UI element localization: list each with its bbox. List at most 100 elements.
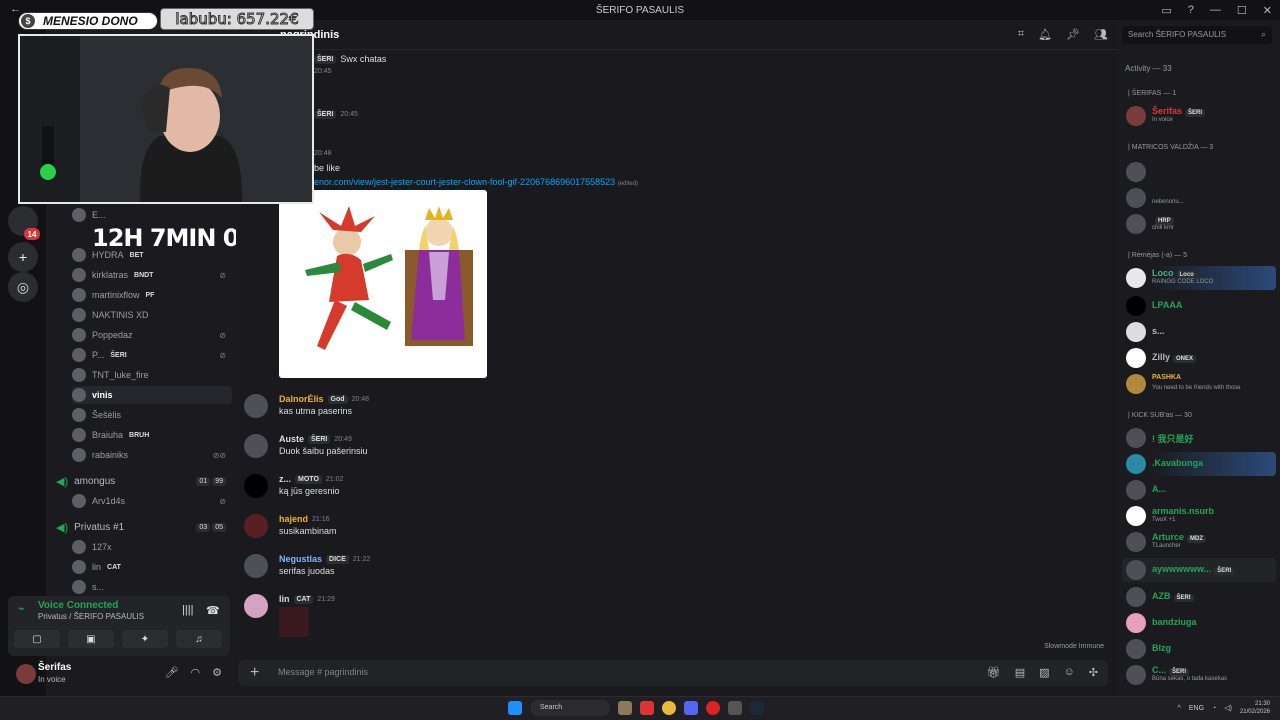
- avatar[interactable]: [244, 434, 268, 458]
- member-item[interactable]: aywwwwww... ŠERI: [1122, 558, 1276, 582]
- member-name: Arturce: [1152, 532, 1185, 542]
- jester-gif[interactable]: [279, 190, 487, 378]
- screenshare-button[interactable]: ▣: [68, 630, 114, 648]
- taskbar-search[interactable]: Search: [530, 700, 610, 716]
- gif-icon[interactable]: ▤: [1015, 666, 1025, 679]
- widget-icon[interactable]: [618, 701, 632, 715]
- member-item[interactable]: A...: [1122, 478, 1276, 502]
- member-item[interactable]: Loco Loco RAINGG CODE LOCO: [1122, 266, 1276, 290]
- avatar: [72, 494, 86, 508]
- message-author[interactable]: Negustlas: [279, 554, 322, 564]
- discover-icon[interactable]: ◎: [8, 272, 38, 302]
- avatar[interactable]: [244, 514, 268, 538]
- member-item[interactable]: [1122, 160, 1276, 184]
- list-item[interactable]: s...: [72, 578, 232, 596]
- add-attachment-icon[interactable]: +: [250, 664, 259, 682]
- voice-channel-amongus[interactable]: ◀) amongus 01 99: [56, 472, 226, 490]
- members-icon[interactable]: 👥︎: [1094, 28, 1108, 41]
- steam-icon[interactable]: [750, 701, 764, 715]
- member-item[interactable]: bandziuga: [1122, 611, 1276, 635]
- voice-channel-privatus[interactable]: ◀) Privatus #1 03 05: [56, 518, 226, 536]
- member-item[interactable]: LPAAA: [1122, 294, 1276, 318]
- settings-icon[interactable]: [728, 701, 742, 715]
- help-icon[interactable]: ?: [1188, 4, 1194, 16]
- message-tag: God: [327, 394, 348, 404]
- list-item[interactable]: P... ŠERI ⊘: [72, 346, 232, 364]
- windows-start-icon[interactable]: [508, 701, 522, 715]
- member-item[interactable]: HRP chill kmr: [1122, 212, 1276, 236]
- member-item[interactable]: .Kavabunga: [1122, 452, 1276, 476]
- member-item[interactable]: PASHKA You need to be friends with those: [1122, 372, 1276, 396]
- message-author[interactable]: lin: [279, 594, 290, 604]
- message-input[interactable]: Message # pagrindinis: [278, 667, 368, 677]
- pin-icon[interactable]: 📌︎: [1066, 28, 1080, 41]
- list-item[interactable]: Arv1d4s ⊘: [72, 492, 232, 510]
- list-item[interactable]: vinis: [72, 386, 232, 404]
- member-item[interactable]: Zilly ONEX: [1122, 346, 1276, 370]
- member-item[interactable]: AZB ŠERI: [1122, 585, 1276, 609]
- member-item[interactable]: Arturce MDZ TLauncher: [1122, 530, 1276, 554]
- list-item[interactable]: Poppedaz ⊘: [72, 326, 232, 344]
- list-item[interactable]: TNT_luke_fire: [72, 366, 232, 384]
- clock[interactable]: 21:30 21/02/2026: [1240, 700, 1270, 716]
- maximize-button[interactable]: ☐: [1237, 4, 1247, 17]
- avatar[interactable]: [244, 554, 268, 578]
- list-item[interactable]: Braiuha BRUH: [72, 426, 232, 444]
- gift-icon[interactable]: 🎁︎: [987, 666, 1001, 679]
- soundboard-icon[interactable]: ||||: [182, 604, 193, 616]
- list-item[interactable]: rabainiks ⊘⊘: [72, 446, 232, 464]
- message-author[interactable]: DalnorĖlis: [279, 394, 324, 404]
- camera-button[interactable]: ▢: [14, 630, 60, 648]
- close-button[interactable]: ✕: [1263, 4, 1272, 17]
- list-item[interactable]: lin CAT: [72, 558, 232, 576]
- volume-icon[interactable]: ◁): [1224, 704, 1232, 712]
- soundboard-button[interactable]: ♫: [176, 630, 222, 648]
- disconnect-icon[interactable]: ☎: [206, 604, 220, 617]
- activities-button[interactable]: ✦: [122, 630, 168, 648]
- voice-location[interactable]: Privatus / ŠERIFO PASAULIS: [38, 612, 144, 621]
- tray-chevron-icon[interactable]: ^: [1178, 705, 1181, 712]
- message-link[interactable]: enor.com/view/jest-jester-court-jester-c…: [314, 177, 615, 187]
- discord-icon[interactable]: [684, 701, 698, 715]
- member-item[interactable]: Blzg: [1122, 637, 1276, 661]
- message-author[interactable]: hajend: [279, 514, 308, 524]
- lang-indicator[interactable]: ENG: [1189, 705, 1204, 712]
- list-item[interactable]: kirklatras BNDT ⊘: [72, 266, 232, 284]
- microphone-icon[interactable]: 🎤︎: [165, 666, 179, 679]
- list-item[interactable]: Šešėlis: [72, 406, 232, 424]
- message-image[interactable]: [279, 607, 309, 637]
- bell-icon[interactable]: 🔔︎: [1038, 28, 1052, 41]
- inbox-icon[interactable]: ▭: [1161, 4, 1171, 17]
- wifi-icon[interactable]: ◔: [1212, 705, 1216, 712]
- member-item[interactable]: nebenoriu...: [1122, 186, 1276, 210]
- member-item[interactable]: armanis.nsurb TwoX +1: [1122, 504, 1276, 528]
- emoji-icon[interactable]: ☺: [1064, 666, 1075, 679]
- add-server-icon[interactable]: +: [8, 242, 38, 272]
- minimize-button[interactable]: —: [1210, 4, 1221, 16]
- avatar[interactable]: [16, 664, 36, 684]
- avatar[interactable]: [244, 594, 268, 618]
- list-item[interactable]: martinixflow PF: [72, 286, 232, 304]
- list-item[interactable]: 127x: [72, 538, 232, 556]
- message-author[interactable]: z...: [279, 474, 291, 484]
- threads-icon[interactable]: ⌗: [1018, 28, 1024, 41]
- avatar[interactable]: [244, 394, 268, 418]
- sticker-icon[interactable]: ▨: [1039, 666, 1049, 679]
- apps-icon[interactable]: ✣: [1089, 666, 1098, 679]
- opera-icon[interactable]: [706, 701, 720, 715]
- avatar[interactable]: [244, 474, 268, 498]
- member-item[interactable]: s...: [1122, 320, 1276, 344]
- message-author[interactable]: Auste: [279, 434, 304, 444]
- search-input[interactable]: Search ŠERIFO PASAULIS ⌕: [1122, 26, 1272, 44]
- chrome-icon[interactable]: [662, 701, 676, 715]
- list-item[interactable]: NAKTINIS XD: [72, 306, 232, 324]
- member-item[interactable]: Šerifas ŠERI In voice: [1122, 104, 1276, 128]
- headphones-icon[interactable]: ◠: [191, 666, 201, 679]
- member-item[interactable]: C... ŠERI Būna sekas, o tada kasekas: [1122, 663, 1276, 687]
- list-item[interactable]: E...: [72, 206, 232, 224]
- app-icon[interactable]: [640, 701, 654, 715]
- message-composer[interactable]: + Message # pagrindinis 🎁︎ ▤ ▨ ☺ ✣: [238, 660, 1108, 686]
- settings-gear-icon[interactable]: ⚙: [212, 666, 222, 679]
- avatar: [1126, 665, 1146, 685]
- member-item[interactable]: ! 我只是好: [1122, 426, 1276, 450]
